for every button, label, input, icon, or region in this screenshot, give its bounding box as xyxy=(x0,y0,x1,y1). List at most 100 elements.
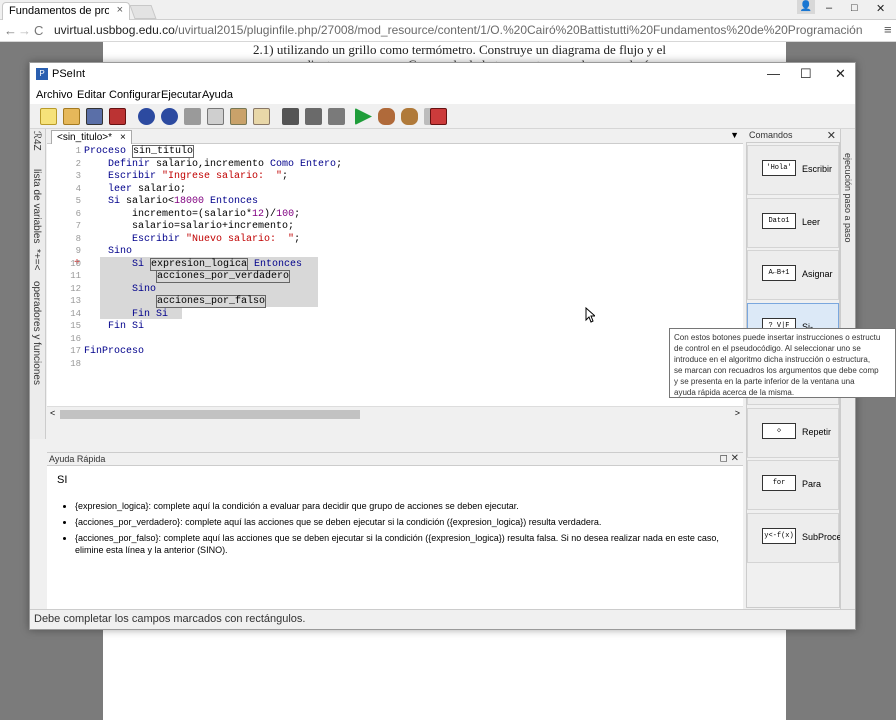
subproceso-icon: y<-f(x) xyxy=(762,527,796,544)
close-icon[interactable]: × xyxy=(117,4,123,16)
code-line[interactable]: Definir salario,incremento Como Entero; xyxy=(84,159,342,170)
back-icon[interactable]: ← xyxy=(4,23,17,38)
close-icon[interactable]: × xyxy=(120,132,126,143)
commands-header: Comandos ✕ xyxy=(746,129,840,142)
minimize-icon[interactable]: — xyxy=(767,66,780,81)
scroll-right-icon[interactable]: > xyxy=(735,408,740,418)
paste-icon[interactable] xyxy=(230,108,247,125)
scroll-left-icon[interactable]: < xyxy=(50,408,55,418)
quick-help-item: {acciones_por_falso}: complete aquí las … xyxy=(75,532,735,556)
minimize-icon[interactable]: – xyxy=(826,2,832,14)
open-folder-icon[interactable] xyxy=(63,108,80,125)
new-tab-button[interactable] xyxy=(129,5,157,19)
step-by-step-icon[interactable] xyxy=(401,108,418,125)
close-icon[interactable]: ✕ xyxy=(835,66,846,82)
code-line[interactable]: Fin Si xyxy=(84,309,168,320)
undo-icon[interactable] xyxy=(138,108,155,125)
url-field[interactable]: uvirtual.usbbog.edu.co/uvirtual2015/plug… xyxy=(54,23,862,37)
command-asignar-button[interactable]: A←B+1 Asignar xyxy=(747,250,839,300)
run-icon[interactable] xyxy=(355,108,372,125)
code-token: incremento=(salario* xyxy=(84,208,253,220)
browser-tab-title: Fundamentos de program xyxy=(9,5,109,17)
reload-icon[interactable]: C xyxy=(34,23,43,38)
quick-help-panel: SI {expresion_logica}: complete aquí la … xyxy=(47,465,743,609)
pdf-text-line: 2.1) utilizando un grillo como termómetr… xyxy=(253,42,667,57)
editor-tab[interactable]: <sin_titulo>* × xyxy=(51,130,132,144)
menu-configurar[interactable]: Configurar xyxy=(109,89,160,101)
code-line[interactable]: Fin Si xyxy=(84,321,144,332)
code-line[interactable]: acciones_por_falso xyxy=(84,295,267,308)
tooltip-line: introduce en el algoritmo dicha instrucc… xyxy=(674,355,871,364)
code-line[interactable]: FinProceso xyxy=(84,346,144,357)
window-title: PSeInt xyxy=(52,68,86,80)
code-token: Escribir xyxy=(84,171,163,182)
code-line[interactable]: Proceso sin_titulo xyxy=(84,145,195,158)
redo-icon[interactable] xyxy=(161,108,178,125)
pseint-logo-icon: P xyxy=(36,68,48,80)
tooltip-line: ayuda rápida acerca de la misma. xyxy=(674,388,795,397)
code-placeholder[interactable]: sin_titulo xyxy=(132,145,195,158)
code-editor[interactable]: + 1 Proceso sin_titulo 2 Definir salario,i… xyxy=(47,144,743,406)
tab-ejecucion-paso-a-paso[interactable]: ejecución paso a paso xyxy=(843,153,853,243)
chevron-down-icon[interactable]: ▼ xyxy=(730,130,739,140)
save-icon[interactable] xyxy=(86,108,103,125)
code-line[interactable]: Escribir "Nuevo salario: "; xyxy=(84,234,300,245)
quick-help-controls[interactable]: ◻ ✕ xyxy=(720,453,739,464)
command-label: Leer xyxy=(802,216,821,227)
maximize-icon[interactable]: ☐ xyxy=(800,66,812,82)
code-line[interactable]: Escribir "Ingrese salario: "; xyxy=(84,171,288,182)
maximize-icon[interactable]: □ xyxy=(851,2,858,14)
code-line[interactable]: acciones_por_verdadero xyxy=(84,270,291,283)
tab-lista-de-variables[interactable]: lista de variables xyxy=(31,169,42,243)
tab-operators-icon[interactable]: *+=< xyxy=(31,249,42,270)
code-line[interactable]: leer salario; xyxy=(84,184,186,195)
tab-operadores-y-funciones[interactable]: operadores y funciones xyxy=(31,281,42,385)
replace-icon[interactable] xyxy=(328,108,345,125)
menu-ayuda[interactable]: Ayuda xyxy=(202,89,233,101)
step-icon[interactable] xyxy=(378,108,395,125)
tab-variables-icon[interactable]: ℛ4Z xyxy=(31,131,42,151)
cut-icon[interactable] xyxy=(184,108,201,125)
code-line[interactable]: Si salario<18000 Entonces xyxy=(84,196,258,207)
para-icon: for xyxy=(762,475,796,491)
line-number: 13 xyxy=(70,296,81,306)
command-subproceso-button[interactable]: y<-f(x) SubProceso xyxy=(747,512,851,563)
command-leer-button[interactable]: Dato1 Leer xyxy=(747,197,839,248)
save-as-icon[interactable] xyxy=(109,108,126,125)
menu-ejecutar[interactable]: Ejecutar xyxy=(161,89,201,101)
code-line[interactable]: incremento=(salario*12)/100; xyxy=(84,209,300,220)
new-file-icon[interactable] xyxy=(40,108,57,125)
scrollbar-thumb[interactable] xyxy=(60,410,360,419)
help-icon[interactable] xyxy=(430,108,447,125)
code-line[interactable]: Sino xyxy=(84,246,132,257)
indent-icon[interactable] xyxy=(253,108,270,125)
search-next-icon[interactable] xyxy=(305,108,322,125)
code-placeholder[interactable]: acciones_por_falso xyxy=(156,295,267,308)
left-side-tabs: ℛ4Z lista de variables *+=< operadores y… xyxy=(30,129,46,439)
horizontal-scrollbar[interactable]: < > xyxy=(47,406,743,420)
code-token: Fin Si xyxy=(84,321,145,332)
code-token: leer xyxy=(84,183,139,195)
code-line[interactable]: salario=salario+incremento; xyxy=(84,221,294,232)
code-token: )/ xyxy=(264,208,277,220)
command-escribir-button[interactable]: 'Hola' Escribir xyxy=(747,145,839,195)
code-placeholder[interactable]: expresion_logica xyxy=(150,257,249,271)
menu-icon[interactable]: ≡ xyxy=(884,22,892,37)
close-window-icon[interactable]: ✕ xyxy=(876,2,885,15)
forward-icon[interactable]: → xyxy=(18,23,31,38)
user-icon[interactable]: 👤 xyxy=(797,0,815,14)
search-icon[interactable] xyxy=(282,108,299,125)
command-para-button[interactable]: for Para xyxy=(747,460,839,510)
menu-archivo[interactable]: Archivo xyxy=(36,89,73,101)
menu-editar[interactable]: Editar xyxy=(77,89,106,101)
code-line[interactable]: Si expresion_logica Entonces xyxy=(84,257,302,271)
command-repetir-button[interactable]: ◇ Repetir xyxy=(747,407,839,458)
browser-tab[interactable]: Fundamentos de program × xyxy=(2,2,130,20)
tooltip-line: se marcan con recuadros los argumentos q… xyxy=(674,366,879,375)
code-line[interactable]: Sino xyxy=(84,284,156,295)
close-icon[interactable]: ✕ xyxy=(827,129,836,142)
code-placeholder[interactable]: acciones_por_verdadero xyxy=(156,270,291,283)
line-number: 14 xyxy=(70,308,81,319)
code-token: Si xyxy=(132,258,151,270)
copy-icon[interactable] xyxy=(207,108,224,125)
